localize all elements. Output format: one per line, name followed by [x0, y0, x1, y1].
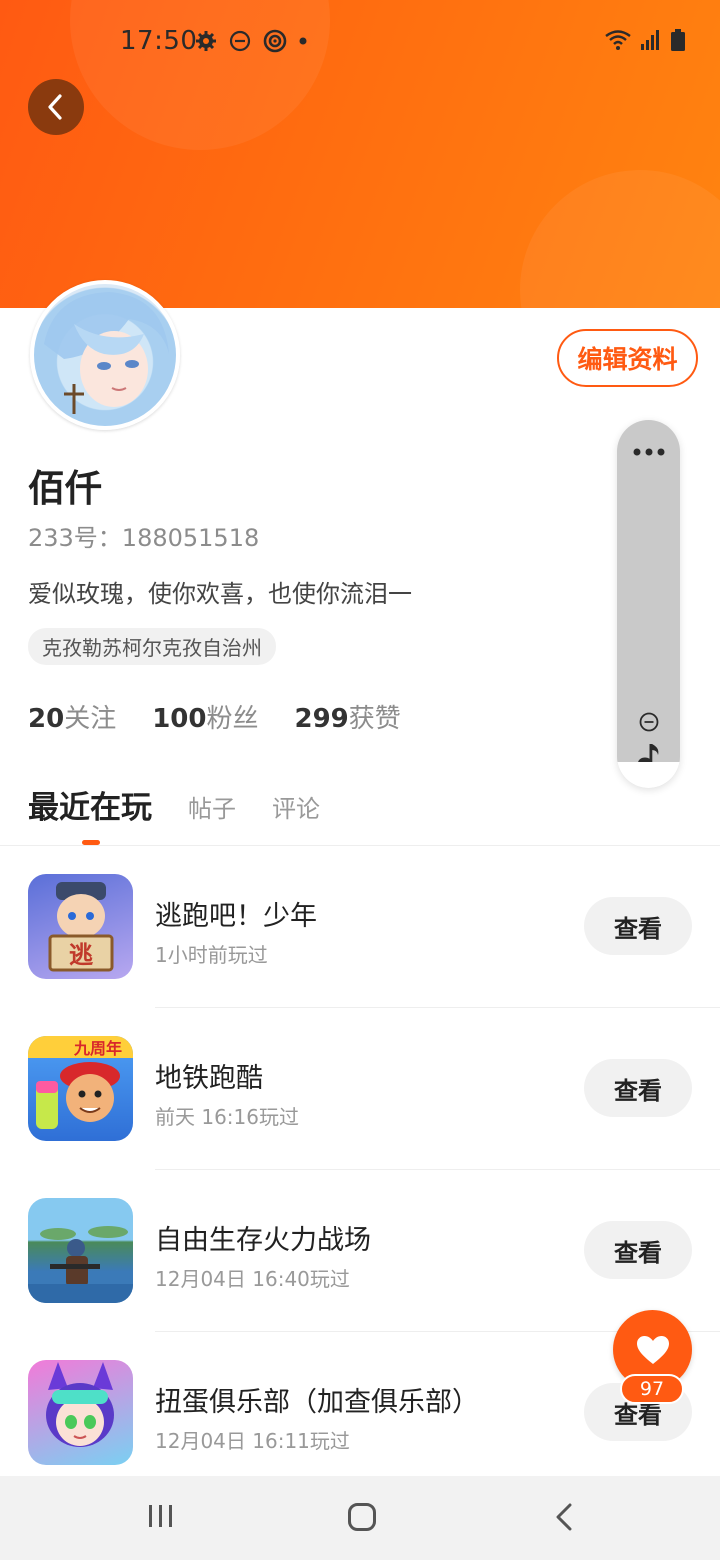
list-item[interactable]: 九周年 地铁跑酷 前天 16:16玩过 查看: [0, 1008, 720, 1170]
profile-name: 佰仟: [28, 467, 102, 510]
escape-game-icon: 逃: [28, 874, 133, 979]
list-item[interactable]: 逃 逃跑吧！少年 1小时前玩过 查看: [0, 846, 720, 1008]
more-notifications-dot-icon: [299, 37, 307, 45]
stat-label: 粉丝: [206, 704, 259, 734]
panel-bottom-cap: [617, 762, 680, 788]
profile-bio: 爱似玫瑰，使你欢喜，也使你流泪一: [28, 580, 412, 608]
location-tag: 克孜勒苏柯尔克孜自治州: [28, 628, 276, 665]
avatar[interactable]: [30, 280, 180, 430]
minus-circle-icon[interactable]: [638, 711, 660, 733]
game-played-time: 12月04日 16:11玩过: [155, 1429, 350, 1453]
back-button[interactable]: [28, 79, 84, 135]
heart-icon: [636, 1335, 669, 1364]
banner-decoration: [520, 170, 720, 308]
status-bar: 17:50: [0, 0, 720, 84]
view-button[interactable]: 查看: [584, 897, 692, 955]
recent-apps-icon[interactable]: [147, 1502, 175, 1530]
status-system-icons: [604, 28, 686, 52]
svg-text:逃: 逃: [69, 941, 93, 969]
tab-recently-played[interactable]: 最近在玩: [28, 782, 152, 827]
list-item[interactable]: 扭蛋俱乐部（加查俱乐部） 12月04日 16:11玩过 查看: [0, 1332, 720, 1494]
back-nav-icon[interactable]: [553, 1502, 575, 1532]
survival-game-icon: [28, 1198, 133, 1303]
floating-side-panel[interactable]: [617, 420, 680, 788]
do-not-disturb-icon: [229, 30, 251, 52]
stat-label: 获赞: [348, 704, 401, 734]
game-title: 逃跑吧！少年: [155, 901, 317, 932]
game-played-time: 12月04日 16:40玩过: [155, 1267, 350, 1291]
game-title: 地铁跑酷: [155, 1063, 263, 1094]
view-button[interactable]: 查看: [584, 1221, 692, 1279]
list-item[interactable]: 自由生存火力战场 12月04日 16:40玩过 查看: [0, 1170, 720, 1332]
avatar-illustration: [44, 292, 169, 414]
profile-stats: 20关注 100粉丝 299获赞: [28, 698, 401, 735]
gacha-club-icon: [28, 1360, 133, 1465]
svg-text:九周年: 九周年: [73, 1039, 122, 1058]
wifi-icon: [605, 30, 631, 50]
system-nav-bar: [0, 1476, 720, 1560]
battery-icon: [671, 29, 685, 51]
view-button[interactable]: 查看: [584, 1059, 692, 1117]
app-notification-icon: [263, 29, 287, 53]
tab-posts[interactable]: 帖子: [188, 789, 236, 827]
game-played-time: 前天 16:16玩过: [155, 1105, 299, 1129]
subway-surfers-icon: 九周年: [28, 1036, 133, 1141]
stat-label: 关注: [64, 704, 117, 734]
settings-gear-icon: [196, 31, 216, 51]
game-played-time: 1小时前玩过: [155, 943, 268, 967]
tab-comments[interactable]: 评论: [272, 789, 320, 827]
more-dots-icon[interactable]: [632, 446, 666, 458]
status-time: 17:50: [120, 26, 198, 56]
home-icon[interactable]: [347, 1502, 377, 1532]
game-title: 自由生存火力战场: [155, 1225, 371, 1256]
stat-followers[interactable]: 100粉丝: [152, 698, 258, 735]
stat-value: 299: [294, 704, 349, 734]
edit-profile-button[interactable]: 编辑资料: [557, 329, 698, 387]
profile-tabs: 最近在玩 帖子 评论: [28, 782, 320, 827]
account-id: 233号：188051518: [28, 524, 260, 552]
like-count-badge: 97: [620, 1374, 684, 1404]
stat-value: 100: [152, 704, 207, 734]
stat-value: 20: [28, 704, 65, 734]
signal-icon: [641, 30, 659, 50]
profile-page: 17:50 编辑资料 佰仟 233号：188051518 爱似玫瑰，使你欢喜，也…: [0, 0, 720, 1560]
stat-likes[interactable]: 299获赞: [295, 698, 401, 735]
chevron-left-icon: [48, 94, 62, 120]
status-notification-icons: [194, 28, 308, 54]
game-title: 扭蛋俱乐部（加查俱乐部）: [155, 1387, 479, 1418]
stat-following[interactable]: 20关注: [28, 698, 116, 735]
